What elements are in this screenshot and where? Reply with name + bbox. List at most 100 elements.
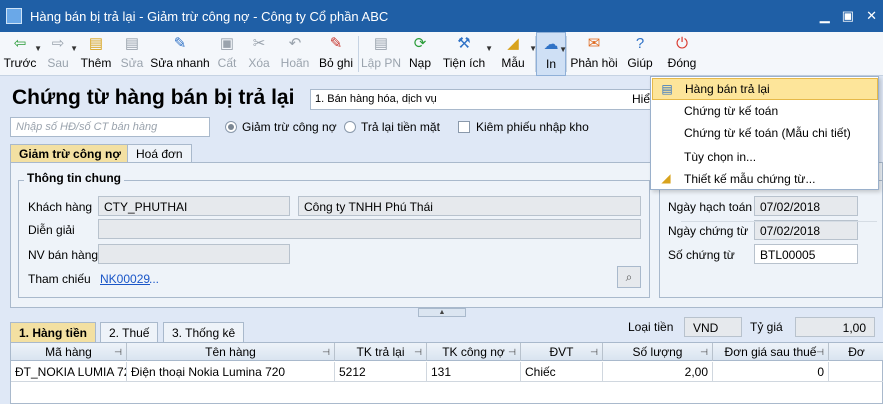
toolbar-utilities-button[interactable]: ⚒ Tiện ích ▼ [437,32,493,76]
doc-date-field[interactable]: 07/02/2018 [754,220,858,240]
window-title: Hàng bán bị trả lại - Giảm trừ công nợ -… [30,8,389,24]
create-receipt-icon: ▤ [373,35,389,52]
toolbar-label: Sửa [120,56,144,70]
invoice-ref-input[interactable]: Nhập số HĐ/số CT bán hàng [10,117,210,137]
receipt-checkbox[interactable]: Kiêm phiếu nhập kho [458,120,589,134]
toolbar-feedback-button[interactable]: ✉ Phản hồi [567,32,621,76]
toolbar-unpost-button[interactable]: ✎ Bỏ ghi [314,32,358,76]
salesperson-field[interactable] [98,244,290,264]
column-header[interactable]: Tên hàng ⊣ [127,343,335,361]
doc-no-field[interactable]: BTL00005 [754,244,858,264]
chevron-down-icon[interactable]: ▼ [559,45,567,54]
customer-label: Khách hàng [28,200,93,214]
pin-icon[interactable]: ⊣ [816,343,824,361]
toolbar-quick-edit-button[interactable]: ✎ Sửa nhanh [148,32,212,76]
pin-icon[interactable]: ⊣ [590,343,598,361]
column-header-label: Đơ [848,345,865,359]
pin-icon[interactable]: ⊣ [322,343,330,361]
feedback-icon: ✉ [587,35,601,52]
table-cell[interactable]: Chiếc [521,362,603,382]
toolbar-label: Lập PN [360,56,402,70]
menu-item-3[interactable]: Chứng từ kế toán (Mẫu chi tiết) [652,122,878,144]
toolbar-create-receipt-button[interactable]: ▤ Lập PN [359,32,403,76]
radio-reduce-debt[interactable]: Giảm trừ công nợ [225,120,337,134]
menu-item-5[interactable]: ◢ Thiết kế mẫu chứng từ... [652,168,878,190]
column-header[interactable]: Số lượng ⊣ [603,343,713,361]
tab-tax[interactable]: 2. Thuế [100,322,159,342]
toolbar-save-button[interactable]: ▣ Cất [212,32,242,76]
table-cell[interactable]: Điện thoại Nokia Lumina 720 [127,362,335,382]
table-cell[interactable] [829,362,883,382]
customer-name-field[interactable]: Công ty TNHH Phú Thái [298,196,641,216]
tab-invoice[interactable]: Hoá đơn [127,144,192,163]
table-cell[interactable]: 2,00 [603,362,713,382]
rate-label: Tỷ giá [750,320,783,334]
radio-cash-refund[interactable]: Trả lại tiền mặt [344,120,440,134]
column-header[interactable]: ĐVT ⊣ [521,343,603,361]
menu-item-2[interactable]: Chứng từ kế toán [652,100,878,122]
currency-field[interactable]: VND [684,317,742,337]
column-header[interactable]: Mã hàng ⊣ [11,343,127,361]
tab-reduce-debt[interactable]: Giảm trừ công nợ [10,144,130,163]
pin-icon[interactable]: ⊣ [414,343,422,361]
column-header[interactable]: TK công nợ ⊣ [427,343,521,361]
toolbar-template-button[interactable]: ◢ Mẫu ▼ [491,32,537,76]
toolbar-help-button[interactable]: ? Giúp [621,32,659,76]
save-icon: ▣ [219,35,235,52]
menu-item-label: Thiết kế mẫu chứng từ... [684,172,816,186]
column-header[interactable]: TK trả lại ⊣ [335,343,427,361]
tab-statistics[interactable]: 3. Thống kê [163,322,245,342]
menu-item-4[interactable]: Tùy chọn in... [652,146,878,168]
menu-item-1[interactable]: ▤ Hàng bán trả lại [652,78,878,100]
toolbar-close-button[interactable]: ⏻ Đóng [659,32,705,76]
tab-goods-money[interactable]: 1. Hàng tiền [10,322,97,342]
maximize-icon[interactable]: ▣ [842,8,854,24]
search-icon[interactable]: ⌕ [617,266,641,288]
column-header[interactable]: Đơ [829,343,883,361]
toolbar-label: Thêm [80,56,112,70]
toolbar-print-button[interactable]: ☁ In ▼ [536,32,567,76]
toolbar-add-document-button[interactable]: ▤ Thêm [76,32,116,76]
post-date-field[interactable]: 07/02/2018 [754,196,858,216]
menu-item-label: Chứng từ kế toán (Mẫu chi tiết) [684,126,851,140]
description-field[interactable] [98,219,641,239]
table-cell[interactable]: 131 [427,362,521,382]
toolbar-edit-document-button[interactable]: ▤ Sửa [116,32,148,76]
toolbar-arrow-left-button[interactable]: ⇦ Trước ▼ [0,32,42,76]
toolbar-refresh-button[interactable]: ⟳ Nạp [403,32,437,76]
table-cell[interactable]: 5212 [335,362,427,382]
utilities-icon: ⚒ [457,35,471,52]
window-controls: ▁ ▣ ✕ [820,8,877,24]
grid-header: Mã hàng ⊣ Tên hàng ⊣ TK trả lại ⊣ TK công nợ ⊣ Đ… [11,343,883,361]
toolbar-arrow-right-button[interactable]: ⇨ Sau ▼ [40,32,78,76]
arrow-right-icon: ⇨ [51,35,65,52]
page-title: Chứng từ hàng bán bị trả lại [12,86,295,109]
voucher-type-select[interactable]: 1. Bán hàng hóa, dịch vụ [310,89,670,110]
toolbar-undo-button[interactable]: ↶ Hoãn [276,32,314,76]
truncated-label: Hiể [632,92,651,106]
receipt-checkbox-label: Kiêm phiếu nhập kho [476,120,589,134]
table-cell[interactable]: 0 [713,362,829,382]
rate-field[interactable]: 1,00 [795,317,875,337]
toolbar-label: Nạp [408,56,431,70]
customer-code-field[interactable]: CTY_PHUTHAI [98,196,290,216]
template-design-icon: ◢ [661,171,671,185]
toolbar-delete-button[interactable]: ✂ Xóa [242,32,276,76]
pin-icon[interactable]: ⊣ [700,343,708,361]
minimize-icon[interactable]: ▁ [820,8,830,24]
table-cell[interactable]: ĐT_NOKIA LUMIA 72 [11,362,127,382]
pin-icon[interactable]: ⊣ [114,343,122,361]
toolbar-label: Đóng [667,56,697,70]
template-icon: ◢ [507,35,519,52]
undo-icon: ↶ [288,35,302,52]
delete-icon: ✂ [252,35,266,52]
pin-icon[interactable]: ⊣ [508,343,516,361]
collapse-toggle-icon[interactable]: ▲ [418,308,466,317]
reference-more-link[interactable]: ... [149,272,159,286]
toolbar-label: Giúp [627,56,653,70]
toolbar: ⇦ Trước ▼ ⇨ Sau ▼ ▤ Thêm ▤ Sửa ✎ Sửa nhanh ▣ Cất ✂ Xóa ↶… [0,32,883,76]
reference-link[interactable]: NK00029 [100,272,150,286]
column-header-label: TK trả lại [356,345,405,359]
close-window-icon[interactable]: ✕ [866,8,877,24]
column-header[interactable]: Đơn giá sau thuế ⊣ [713,343,829,361]
